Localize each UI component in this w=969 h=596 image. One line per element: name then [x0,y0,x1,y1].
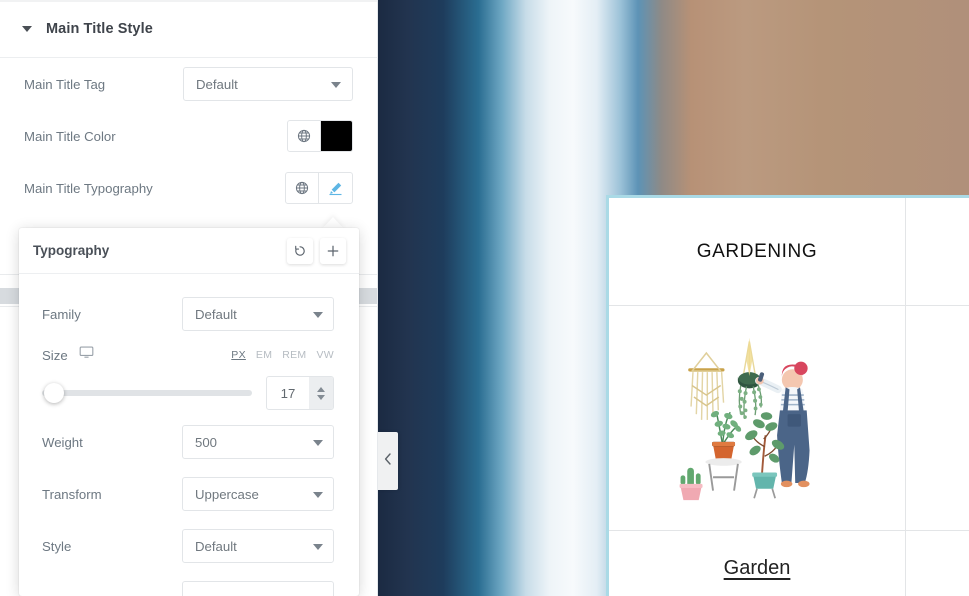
popover-title: Typography [33,243,110,258]
card-label-cell [906,531,969,596]
chevron-left-icon [384,452,392,470]
field-label: Size [42,347,68,363]
reset-icon[interactable] [287,237,313,264]
editor-screen: Main Title Style Main Title Tag Default … [0,0,969,596]
card-label-link[interactable]: Garden [724,557,791,580]
grid-column: GARDENING Garden [609,198,907,596]
globe-icon[interactable] [286,173,319,203]
stepper-arrows[interactable] [309,377,333,409]
typography-popover: Typography Family Default Size PX EM REM… [19,228,359,596]
desktop-icon[interactable] [79,346,94,364]
panel-top-line [0,0,377,2]
main-title-tag-select[interactable]: Default [183,67,353,101]
weight-select[interactable]: 500 [182,425,334,459]
decoration-select[interactable] [182,581,334,596]
control-row-main-title-tag: Main Title Tag Default [0,58,377,110]
chevron-down-icon [313,312,323,318]
size-stepper[interactable]: 17 [266,376,334,410]
select-value: Uppercase [195,486,259,502]
size-unit-group: PX EM REM VW [231,349,334,361]
main-title-color-controls [287,120,353,152]
grid-column [906,198,969,596]
control-label: Main Title Color [24,128,116,144]
content-card-grid: GARDENING Garden [606,195,969,596]
chevron-down-icon[interactable] [317,394,325,400]
chevron-down-icon [331,82,341,88]
chevron-up-icon[interactable] [317,386,325,392]
size-value-input[interactable]: 17 [267,386,309,401]
card-title: GARDENING [696,240,818,262]
slider-track [42,390,252,396]
section-header-main-title-style[interactable]: Main Title Style [0,0,377,58]
popover-actions [287,237,346,264]
field-label: Weight [42,434,83,450]
select-value: Default [196,76,238,92]
color-swatch[interactable] [321,121,352,151]
size-slider[interactable] [42,383,252,403]
field-label: Family [42,306,81,322]
typography-row-size-header: Size PX EM REM VW [19,340,359,370]
chevron-down-icon [313,492,323,498]
typography-row-style: Style Default [19,520,359,572]
main-title-typography-controls [285,172,353,204]
chevron-down-icon [313,440,323,446]
plus-icon[interactable] [320,237,346,264]
control-label: Main Title Typography [24,180,153,196]
unit-rem[interactable]: REM [282,349,306,361]
page-title: Main Title Style [46,20,153,37]
typography-row-family: Family Default [19,288,359,340]
typography-row-size-slider: 17 [19,370,359,416]
select-value: 500 [195,434,218,450]
typography-row-decoration [19,572,359,596]
globe-icon[interactable] [288,121,321,151]
control-row-main-title-typography: Main Title Typography [0,162,377,214]
caret-down-icon [22,25,32,32]
slider-handle[interactable] [44,383,64,403]
card-image-cell [906,306,969,531]
card-image-cell [609,306,906,531]
pencil-icon[interactable] [319,173,352,203]
select-value: Default [195,538,237,554]
typography-row-transform: Transform Uppercase [19,468,359,520]
select-value: Default [195,306,237,322]
card-title-cell: GARDENING [609,198,906,306]
unit-em[interactable]: EM [256,349,272,361]
unit-px[interactable]: PX [231,349,246,361]
panel-collapse-tab[interactable] [378,432,398,490]
card-title-cell [906,198,969,306]
control-row-main-title-color: Main Title Color [0,110,377,162]
field-label: Style [42,538,72,554]
card-label-cell: Garden [609,531,905,596]
transform-select[interactable]: Uppercase [182,477,334,511]
style-select[interactable]: Default [182,529,334,563]
family-select[interactable]: Default [182,297,334,331]
control-label: Main Title Tag [24,76,106,92]
popover-header: Typography [19,228,359,274]
typography-row-weight: Weight 500 [19,416,359,468]
chevron-down-icon [313,544,323,550]
field-label: Transform [42,486,102,502]
popover-body: Family Default Size PX EM REM VW 17 Weig… [19,274,359,596]
preview-canvas: GARDENING Garden [378,0,969,596]
unit-vw[interactable]: VW [316,349,334,361]
gardening-illustration [679,337,810,501]
